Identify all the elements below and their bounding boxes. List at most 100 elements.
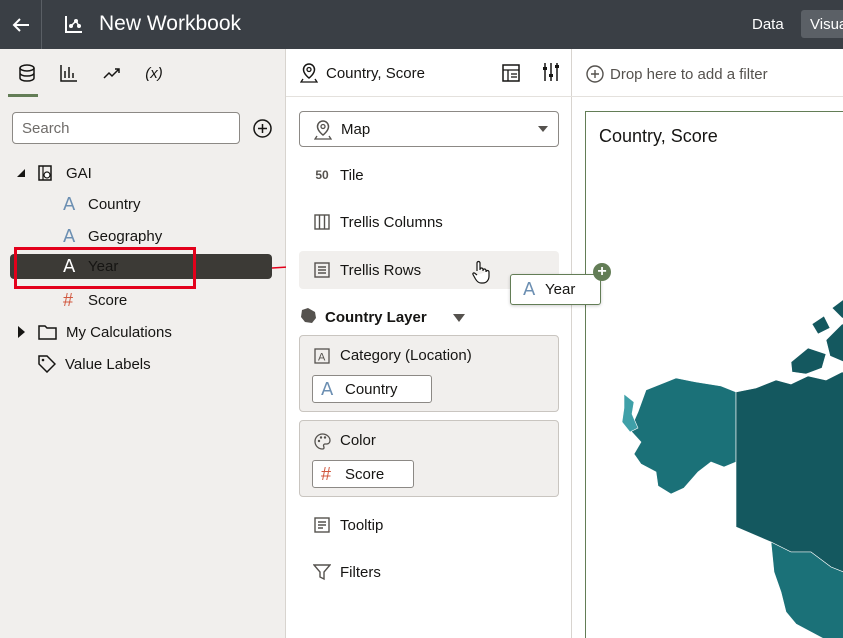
color-pill-score[interactable]: # Score [312,460,414,488]
category-icon: A [314,348,330,364]
tab-calculations[interactable]: (x) [139,61,169,85]
map-visualization[interactable]: Country, Score [585,111,843,638]
drag-label: Year [545,281,576,298]
column-name: Geography [88,227,163,245]
folder-icon [38,325,57,340]
drop-target-label: Trellis Rows [340,262,422,279]
drop-target-tile[interactable]: 50 Tile [299,156,559,194]
map-pin-icon [300,63,318,83]
category-pill-country[interactable]: A Country [312,375,432,403]
tree-item-country[interactable]: A Country [63,192,141,216]
tab-visualize[interactable]: Visualize [801,10,843,38]
color-section: Color # Score [299,420,559,497]
viz-type-select[interactable]: Map [299,111,559,147]
drop-target-label: Tile [340,167,364,184]
canvas-area: Drop here to add a filter Country, Score [572,49,843,638]
add-data-icon[interactable] [253,119,272,138]
map-region-canada [735,371,843,573]
grammar-panel: Country, Score Map 50 Tile Trellis Colum… [286,49,572,638]
pill-label: Country [345,380,398,398]
map-region-alaska [629,377,737,495]
add-filter-icon [586,65,604,83]
tree-item-dataset[interactable]: GAI [16,161,92,185]
search-field[interactable] [12,112,240,144]
header-bar: New Workbook Data Visualize [0,0,843,49]
drop-target-tooltip[interactable]: Tooltip [299,506,559,544]
tab-visualizations[interactable] [54,61,84,85]
category-location-section: A Category (Location) A Country [299,335,559,412]
arrow-left-icon [12,17,29,32]
grammar-header: Country, Score [286,49,572,97]
drop-target-label: Tooltip [340,517,384,534]
map-region-arctic-islands-4 [811,315,831,335]
category-label: Category (Location) [340,347,472,364]
dataset-name: GAI [66,164,92,182]
viz-name-label: Country, Score [326,65,425,82]
palette-icon [314,433,331,450]
pill-label: Score [345,465,385,483]
attribute-icon: A [63,193,76,215]
measure-hash-icon: # [321,463,332,484]
layer-name: Country Layer [325,309,427,326]
tab-data[interactable]: Data [752,16,784,33]
tree-label: My Calculations [66,323,172,341]
dataset-icon [38,165,52,181]
column-name: Country [88,195,141,213]
color-label: Color [340,432,376,449]
attribute-icon: A [63,225,76,247]
add-plus-icon: + [593,263,611,281]
data-panel: (x) GAI A Country A Geography A Year # S… [0,49,286,638]
filter-placeholder: Drop here to add a filter [610,66,768,83]
attribute-icon: A [321,378,334,400]
measure-hash-icon: # [63,289,74,310]
filter-funnel-icon [313,564,331,581]
tooltip-icon [314,517,330,533]
data-panel-tabs: (x) [0,49,286,97]
map-region-arctic-islands-3 [831,299,843,319]
properties-sliders-icon[interactable] [541,62,561,82]
workbook-title: New Workbook [99,12,241,35]
viz-type-value: Map [341,121,371,138]
choropleth-map [621,299,843,638]
map-region-arctic-islands [790,347,827,375]
svg-text:A: A [318,352,326,364]
drop-target-trellis-columns[interactable]: Trellis Columns [299,203,559,241]
tree-item-my-calculations[interactable]: My Calculations [17,320,172,344]
tree-item-value-labels[interactable]: Value Labels [38,352,151,376]
trellis-rows-icon [314,262,330,278]
drag-ghost-year: A Year [510,274,601,305]
layer-shape-icon [301,308,316,323]
collapsed-caret-icon [18,326,25,338]
filter-bar[interactable]: Drop here to add a filter [572,49,843,97]
database-icon [19,64,35,82]
map-pin-icon [314,120,332,140]
drop-target-label: Filters [340,564,381,581]
tab-analytics[interactable] [97,61,127,85]
tree-item-geography[interactable]: A Geography [63,224,162,248]
column-name: Score [88,291,128,309]
tab-data-elements[interactable] [8,61,42,97]
layer-header[interactable]: Country Layer [299,305,559,329]
chevron-down-icon [538,126,548,132]
map-region-aleutian [621,393,639,433]
drop-target-label: Trellis Columns [340,214,443,231]
trend-icon [103,68,120,79]
search-input[interactable] [13,113,239,143]
drop-target-filters[interactable]: Filters [299,553,559,591]
fx-icon: (x) [145,64,163,82]
attribute-icon: A [523,279,536,300]
workbook-icon [65,16,82,33]
chevron-down-icon [453,314,465,322]
map-region-arctic-islands-2 [825,323,843,362]
back-button[interactable] [0,0,42,49]
trellis-columns-icon [314,214,330,230]
tag-icon [38,355,56,373]
bar-chart-icon [60,65,77,82]
tree-item-score[interactable]: # Score [63,288,127,312]
tile-icon: 50 [315,168,329,182]
tree-label: Value Labels [65,355,151,373]
hand-cursor-icon [472,260,490,284]
highlight-annotation [14,247,196,289]
grammar-tab-icon[interactable] [500,62,522,84]
expanded-caret-icon [17,169,25,177]
